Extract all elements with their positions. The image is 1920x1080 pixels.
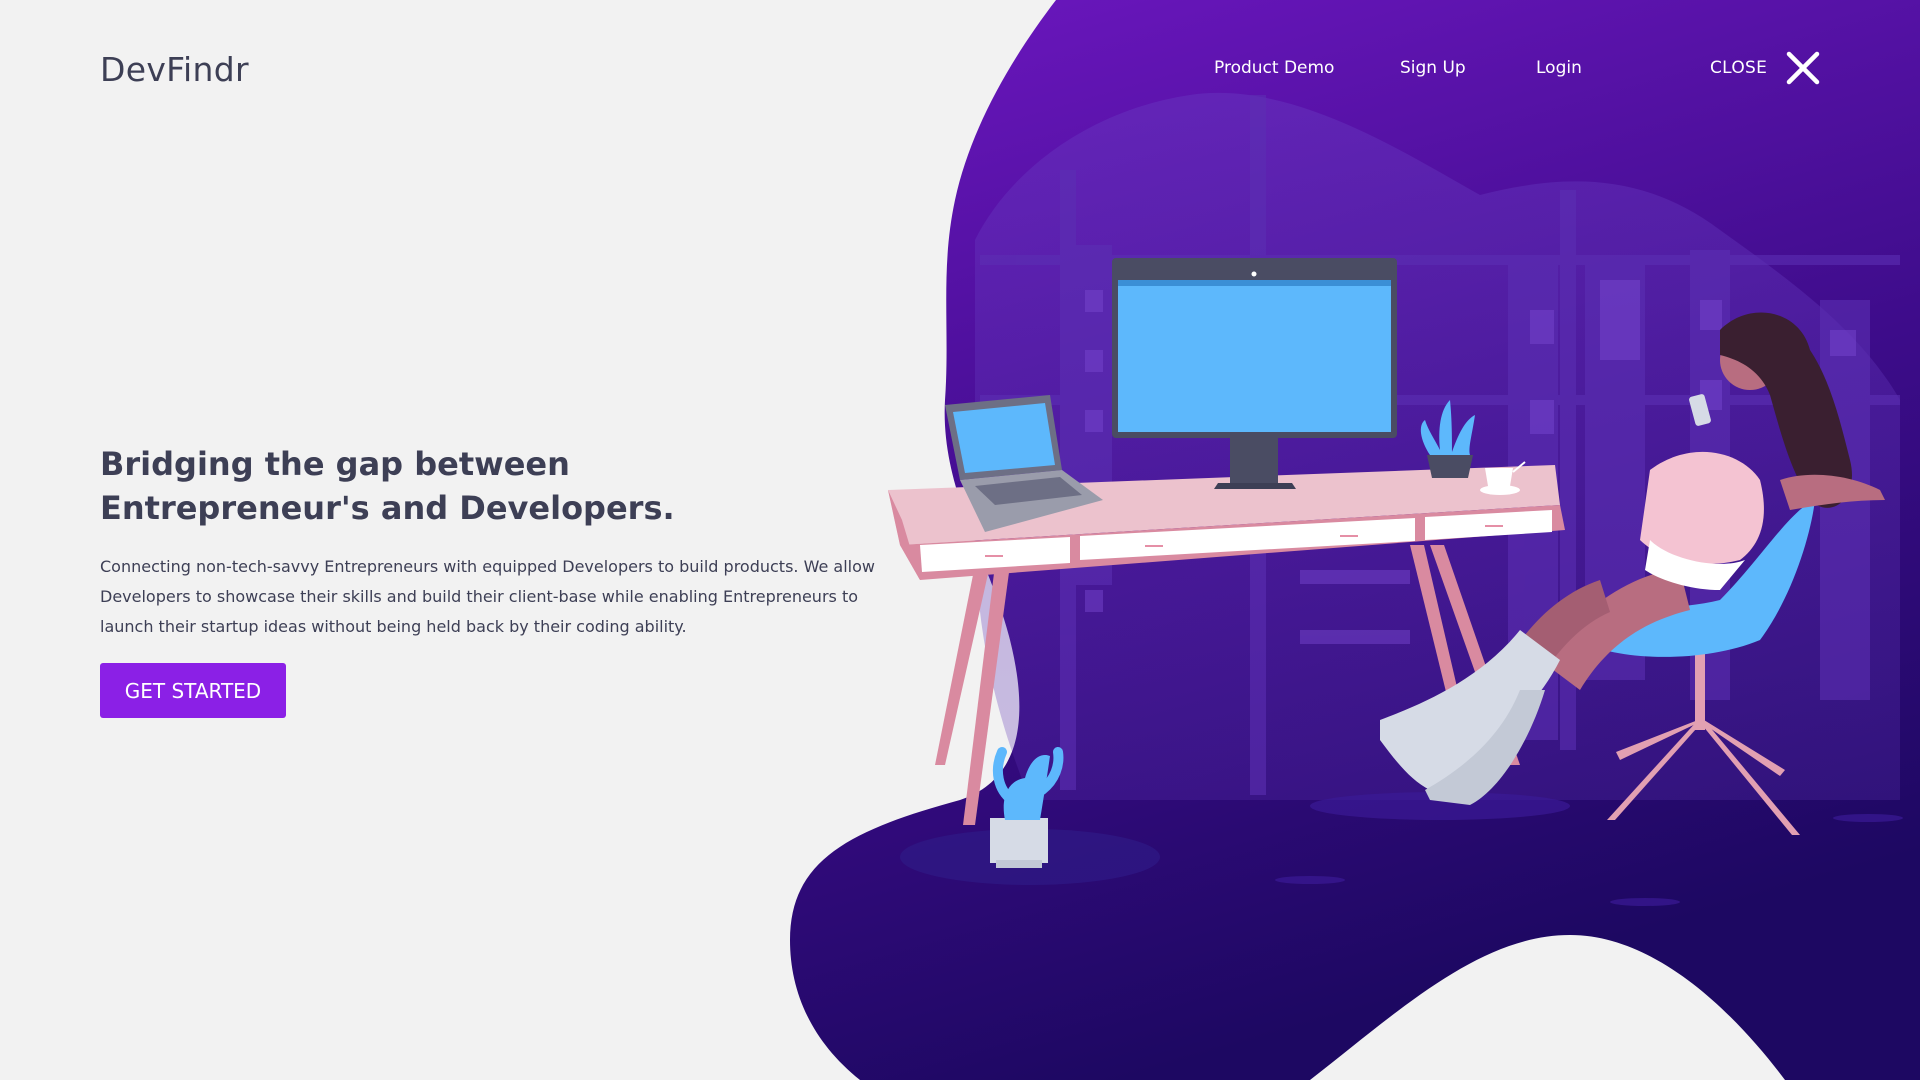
nav-link-login[interactable]: Login [1536, 56, 1582, 80]
hero-description-line-1: Connecting non-tech-savvy Entrepreneurs … [100, 557, 875, 576]
nav-link-product-demo[interactable]: Product Demo [1214, 56, 1334, 80]
close-button[interactable]: CLOSE [1710, 50, 1821, 86]
hero-description-line-2: Developers to showcase their skills and … [100, 587, 859, 606]
landing-page: DevFindr Product Demo Sign Up Login CLOS… [0, 0, 1920, 1080]
hero-headline-line-2: Entrepreneur's and Developers. [100, 489, 675, 527]
close-icon [1786, 51, 1820, 85]
hero-headline-line-1: Bridging the gap between [100, 445, 570, 483]
get-started-button[interactable]: GET STARTED [100, 663, 286, 718]
top-nav: Product Demo Sign Up Login [0, 56, 1920, 80]
hero-description: Connecting non-tech-savvy Entrepreneurs … [100, 552, 875, 642]
hero-headline: Bridging the gap between Entrepreneur's … [100, 442, 820, 530]
hero-description-line-3: launch their startup ideas without being… [100, 617, 687, 636]
nav-link-sign-up[interactable]: Sign Up [1400, 56, 1466, 80]
workspace-illustration [888, 258, 1885, 868]
close-label: CLOSE [1710, 58, 1768, 78]
